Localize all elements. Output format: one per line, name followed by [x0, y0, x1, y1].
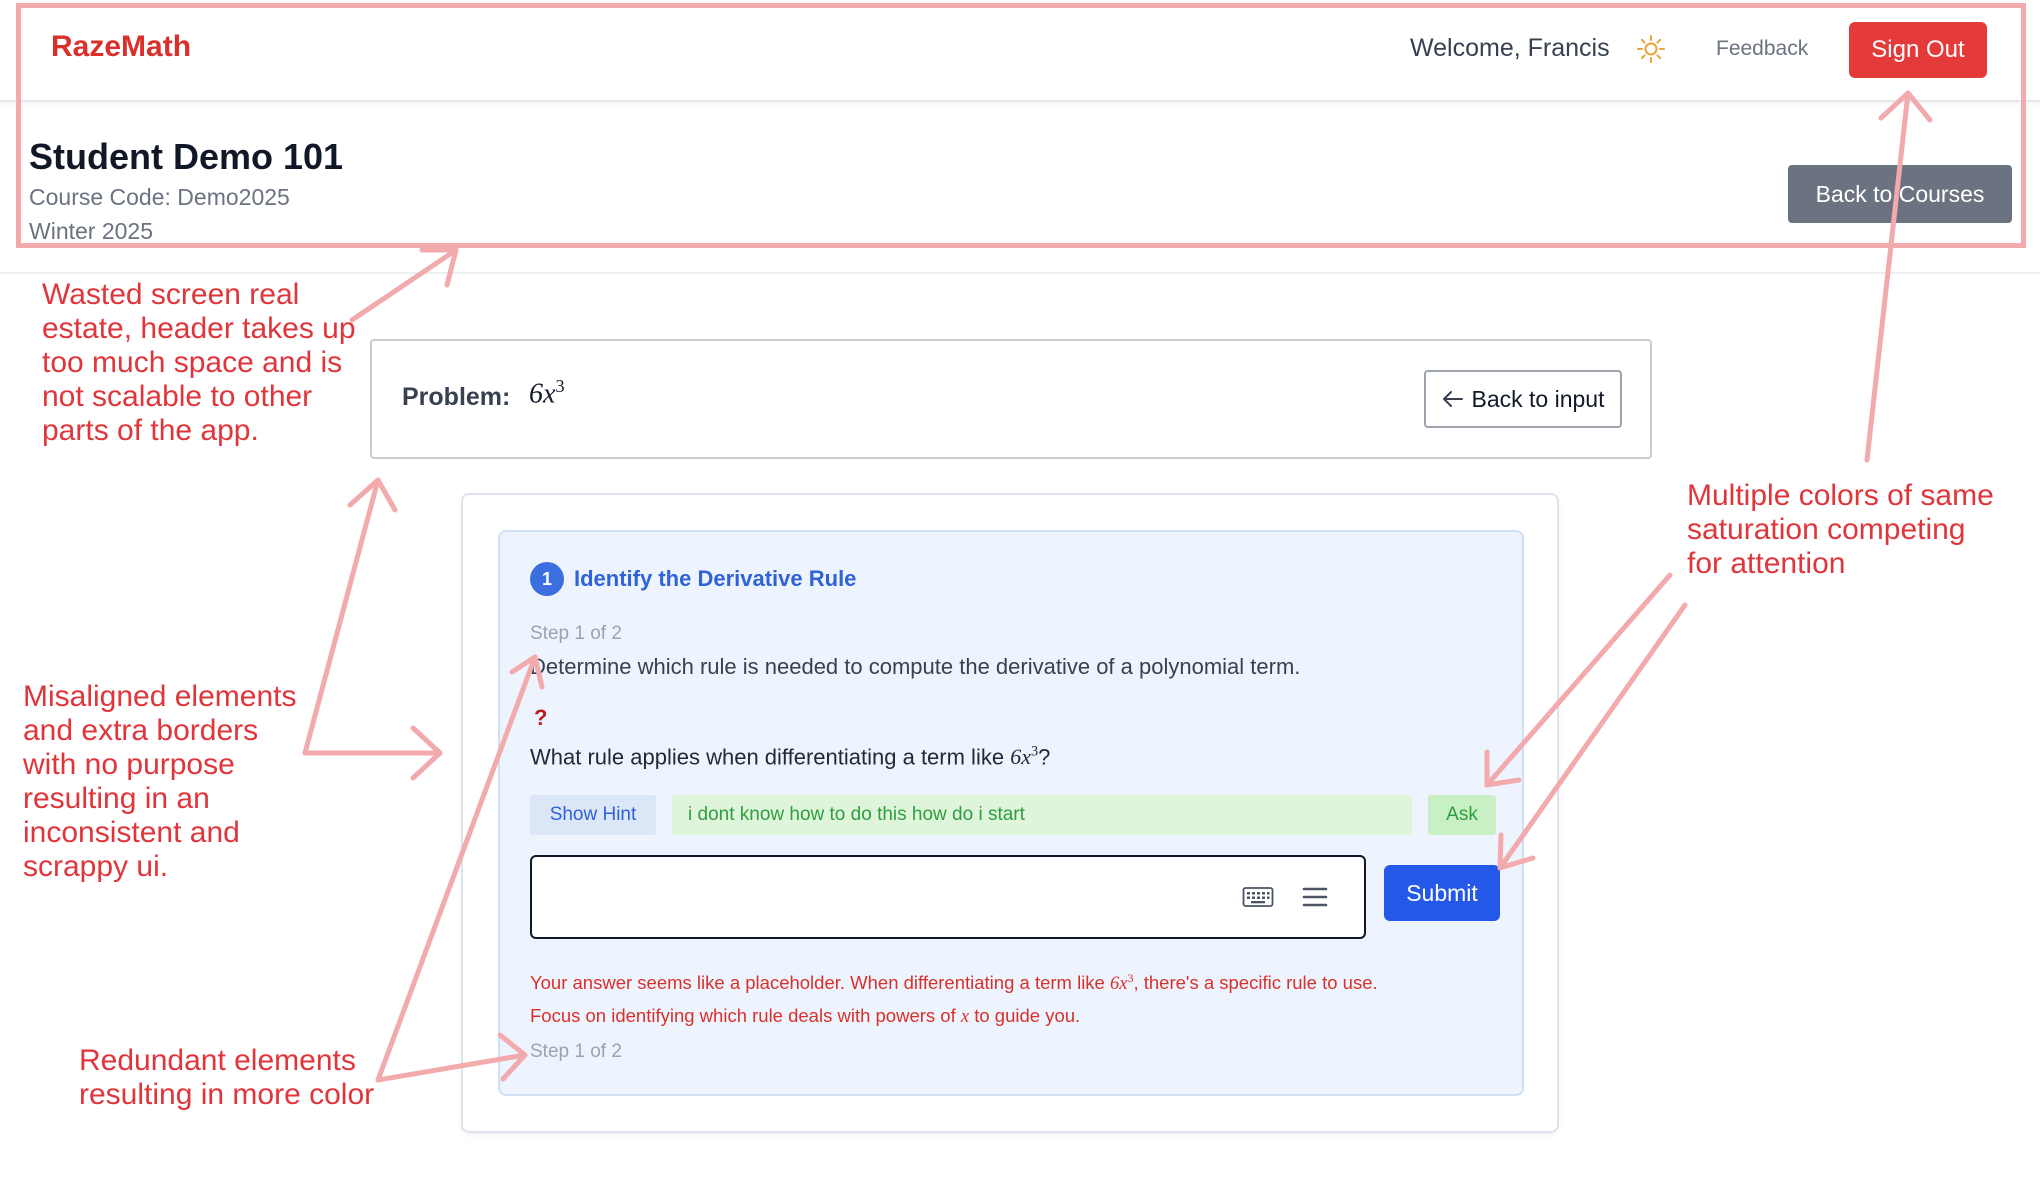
menu-icon[interactable]: [1302, 885, 1328, 909]
step-card: 1 Identify the Derivative Rule Step 1 of…: [498, 530, 1524, 1096]
arrow-left-icon: [1442, 391, 1463, 407]
back-to-input-label: Back to input: [1471, 385, 1605, 412]
feedback-message: Your answer seems like a placeholder. Wh…: [530, 971, 1378, 1028]
problem-expression: 6x3: [529, 376, 565, 410]
step-question: What rule applies when differentiating a…: [530, 744, 1051, 770]
answer-input[interactable]: [530, 855, 1366, 939]
header-highlight-frame: [16, 3, 2026, 248]
annotation-misaligned: Misaligned elements and extra borders with…: [23, 680, 297, 883]
annotation-header: Wasted screen real estate, header takes u…: [42, 278, 356, 447]
step-title: Identify the Derivative Rule: [574, 566, 857, 591]
step-counter-bottom: Step 1 of 2: [530, 1041, 622, 1062]
question-mark: ?: [534, 705, 548, 730]
step-outer-card: 1 Identify the Derivative Rule Step 1 of…: [461, 493, 1559, 1133]
keyboard-icon[interactable]: [1242, 885, 1274, 909]
ask-question-input[interactable]: i dont know how to do this how do i star…: [672, 795, 1412, 835]
step-number-badge: 1: [530, 562, 564, 596]
back-to-input-button[interactable]: Back to input: [1424, 370, 1622, 428]
annotation-colors: Multiple colors of same saturation compet…: [1687, 479, 1994, 580]
show-hint-button[interactable]: Show Hint: [530, 795, 656, 835]
submit-button[interactable]: Submit: [1384, 865, 1500, 921]
ask-button[interactable]: Ask: [1428, 795, 1496, 835]
step-description: Determine which rule is needed to comput…: [530, 654, 1301, 679]
problem-panel: Problem: 6x3 Back to input: [370, 339, 1652, 459]
problem-label: Problem:: [402, 383, 511, 411]
step-counter-top: Step 1 of 2: [530, 623, 622, 644]
annotation-redundant: Redundant elements resulting in more colo…: [79, 1044, 375, 1111]
